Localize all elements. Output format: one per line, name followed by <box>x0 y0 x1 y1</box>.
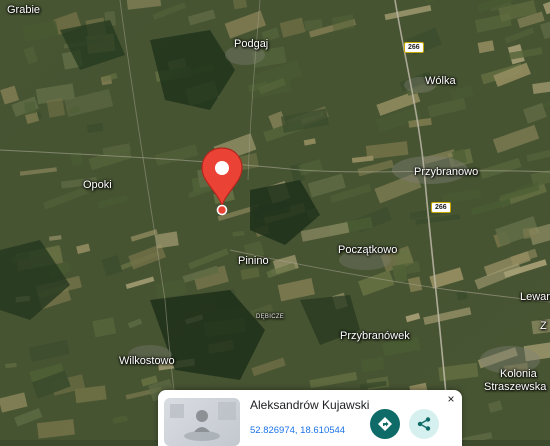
place-label-straszewska[interactable]: Straszewska <box>484 381 546 393</box>
place-label-wolka[interactable]: Wólka <box>425 75 456 87</box>
satellite-map[interactable] <box>0 0 550 440</box>
place-label-kolonia[interactable]: Kolonia <box>500 368 537 380</box>
close-button[interactable]: × <box>444 392 458 406</box>
place-label-debicze[interactable]: DĘBICZE <box>256 314 284 320</box>
directions-icon <box>377 416 393 432</box>
place-label-podgaj[interactable]: Podgaj <box>234 38 268 50</box>
place-label-z[interactable]: Z <box>540 320 547 332</box>
street-view-thumbnail[interactable] <box>164 398 240 446</box>
place-label-poczalkowo[interactable]: Początkowo <box>338 244 397 256</box>
place-label-przybranowek[interactable]: Przybranówek <box>340 330 410 342</box>
place-label-grabie[interactable]: Grabie <box>7 4 40 16</box>
place-label-wilkostowo[interactable]: Wilkostowo <box>119 355 175 367</box>
place-label-lewan[interactable]: Lewan <box>520 291 550 303</box>
road-shield-266: 266 <box>404 42 424 53</box>
street-view-icon <box>164 398 240 446</box>
place-label-pinino[interactable]: Pinino <box>238 255 269 267</box>
place-title: Aleksandrów Kujawski <box>250 398 369 412</box>
place-label-opoki[interactable]: Opoki <box>83 179 112 191</box>
place-coordinates[interactable]: 52.826974, 18.610544 <box>250 425 345 436</box>
share-button[interactable] <box>409 409 439 439</box>
location-pin-icon[interactable] <box>200 146 244 218</box>
place-info-card[interactable]: Aleksandrów Kujawski 52.826974, 18.61054… <box>158 390 462 446</box>
road-shield-266: 266 <box>431 202 451 213</box>
directions-button[interactable] <box>370 409 400 439</box>
place-label-przybranowo[interactable]: Przybranowo <box>414 166 478 178</box>
share-icon <box>416 416 432 432</box>
